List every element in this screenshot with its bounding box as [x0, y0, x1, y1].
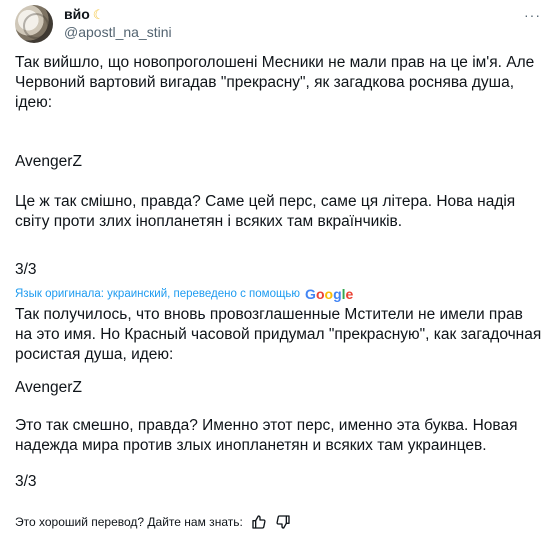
- thumbs-down-icon[interactable]: [275, 514, 291, 530]
- translation-note-text: Язык оригинала: украинский, переведено с…: [15, 288, 301, 300]
- more-options-button[interactable]: ···: [524, 7, 541, 23]
- google-logo: Google: [305, 286, 354, 302]
- post: вйо ☾ @apostl_na_stini ··· Так вийшло, щ…: [0, 0, 555, 538]
- author-name-row: вйо ☾: [64, 6, 104, 22]
- translated-paragraph-3: Это так смешно, правда? Именно этот перс…: [15, 417, 518, 454]
- translated-paragraph-2: AvengerZ: [15, 379, 82, 396]
- translated-paragraph-1: Так получилось, что вновь провозглашенны…: [15, 306, 542, 363]
- original-paragraph-4: 3/3: [15, 261, 37, 278]
- avatar[interactable]: [15, 5, 53, 43]
- translated-paragraph-4: 3/3: [15, 473, 37, 490]
- crescent-moon-icon: ☾: [92, 6, 105, 22]
- original-paragraph-2: AvengerZ: [15, 153, 82, 170]
- translation-note: Язык оригинала: украинский, переведено с…: [15, 286, 353, 302]
- thumbs-up-icon[interactable]: [251, 514, 267, 530]
- author-handle[interactable]: @apostl_na_stini: [64, 24, 172, 40]
- original-paragraph-1: Так вийшло, що новопроголошені Месники н…: [15, 54, 535, 111]
- author-display-name[interactable]: вйо: [64, 6, 90, 22]
- translation-feedback: Это хороший перевод? Дайте нам знать:: [15, 514, 291, 530]
- feedback-prompt: Это хороший перевод? Дайте нам знать:: [15, 515, 243, 529]
- original-paragraph-3: Це ж так смішно, правда? Саме цей перс, …: [15, 193, 516, 230]
